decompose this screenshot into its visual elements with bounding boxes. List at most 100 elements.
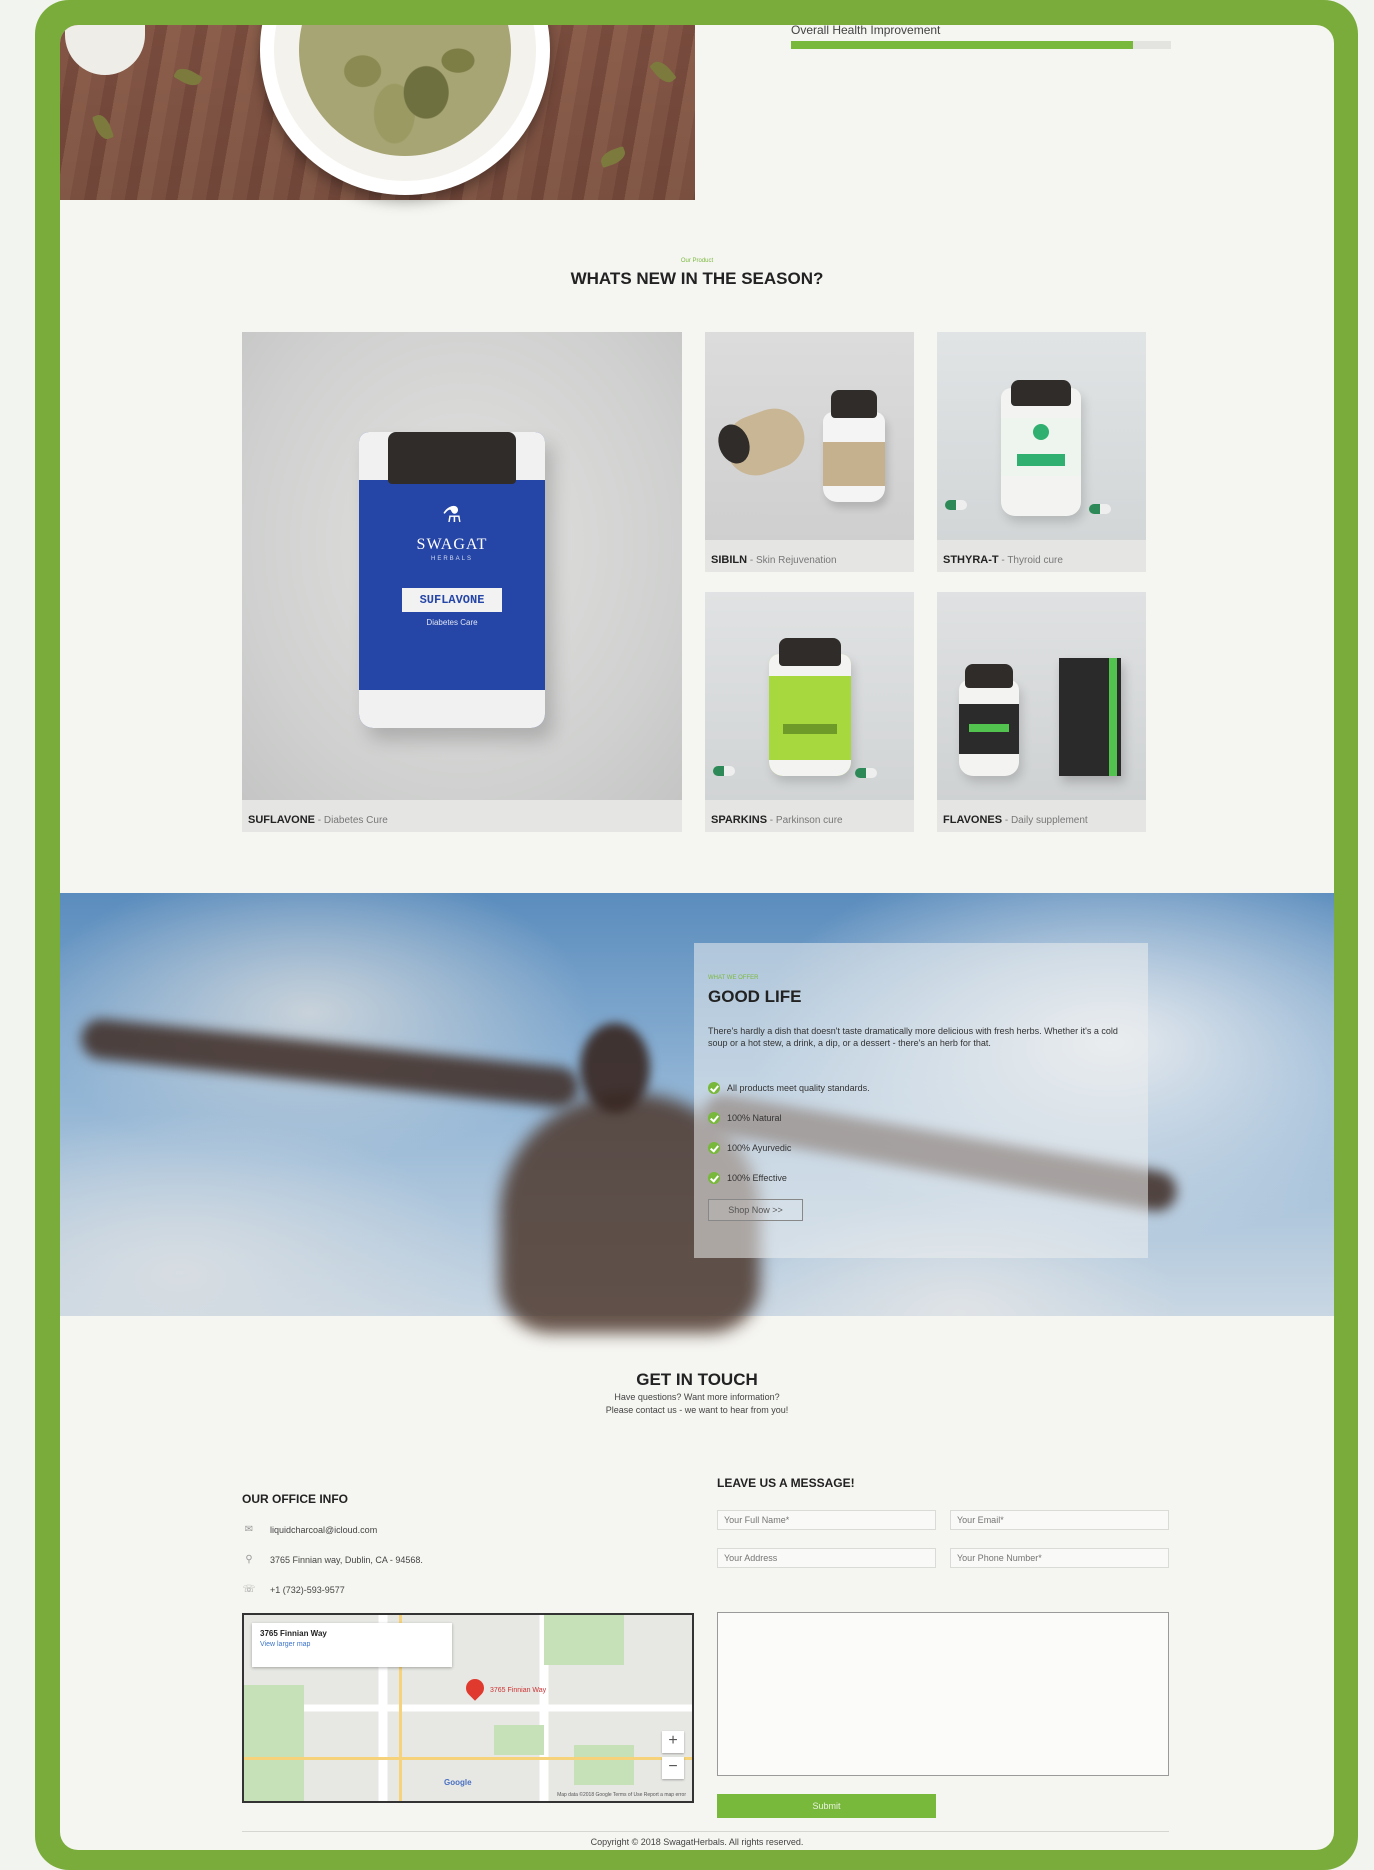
bottle-cap [831,390,877,418]
brand-name: SWAGAT [416,536,488,553]
leaf-graphic [91,112,115,142]
feature-item: 100% Ayurvedic [708,1142,791,1154]
product-name: FLAVONES [943,814,1003,826]
feature-item: 100% Effective [708,1172,787,1184]
google-logo: Google [444,1778,472,1787]
office-email[interactable]: ✉ liquidcharcoal@icloud.com [242,1524,377,1535]
address-text: 3765 Finnian way, Dublin, CA - 94568. [270,1554,423,1565]
health-progress-bar [791,41,1171,49]
phone-field[interactable] [950,1548,1169,1568]
product-desc: - Thyroid cure [998,555,1063,566]
person-head-graphic [580,1023,650,1113]
zoom-out-button[interactable]: − [662,1757,684,1779]
map-park [544,1615,624,1665]
bottle-cap [965,664,1013,688]
feature-label: All products meet quality standards. [727,1083,870,1093]
bottle-cap [1011,380,1071,406]
pill-graphic [945,500,967,510]
leaf-graphic [598,145,628,169]
product-desc: - Parkinson cure [767,815,843,826]
shop-now-button[interactable]: Shop Now >> [708,1199,803,1221]
product-name: STHYRA-T [943,554,999,566]
mail-icon: ✉ [244,1524,254,1535]
footer-divider [242,1831,1169,1832]
product-card-flavones[interactable]: FLAVONES - Daily supplement [937,592,1146,832]
product-name: SUFLAVONE [248,814,316,826]
bottle-graphic [823,412,885,502]
email-field[interactable] [950,1510,1169,1530]
bottle-graphic [769,654,851,776]
product-card-suflavone[interactable]: ⚗ SWAGAT HERBALS SUFLAVONE Diabetes Care… [242,332,682,832]
product-image [937,332,1146,540]
product-caption: STHYRA-T - Thyroid cure [943,554,1063,566]
map-road [244,1757,692,1760]
pill-graphic [1089,504,1111,514]
address-field[interactable] [717,1548,936,1568]
leaf-graphic [173,64,203,90]
product-box-graphic [1059,658,1121,776]
product-caption: SPARKINS - Parkinson cure [711,814,843,826]
office-info-title: OUR OFFICE INFO [242,1492,348,1506]
check-icon [708,1082,720,1094]
product-caption: SUFLAVONE - Diabetes Cure [248,814,388,826]
map-park [494,1725,544,1755]
feature-item: 100% Natural [708,1112,782,1124]
good-life-text: There's hardly a dish that doesn't taste… [708,1026,1118,1048]
product-label-sub: Diabetes Care [426,618,478,627]
submit-button[interactable]: Submit [717,1794,936,1818]
map-park [574,1745,634,1785]
bottle-cap [779,638,841,666]
product-name: SPARKINS [711,814,768,826]
pill-graphic [713,766,735,776]
view-larger-map-link[interactable]: View larger map [260,1641,444,1648]
zoom-in-button[interactable]: + [662,1731,684,1753]
map-terms[interactable]: Map data ©2018 Google Terms of Use Repor… [557,1792,686,1798]
page: Overall Health Improvement Our Product W… [60,25,1334,1850]
feature-label: 100% Ayurvedic [727,1143,792,1153]
brand-sub: HERBALS [430,556,473,562]
office-phone[interactable]: ☏ +1 (732)-593-9577 [242,1584,345,1595]
feature-item: All products meet quality standards. [708,1082,870,1094]
good-life-kicker: WHAT WE OFFER [708,975,759,981]
pill-graphic [855,768,877,778]
good-life-section: WHAT WE OFFER GOOD LIFE There's hardly a… [60,893,1334,1333]
location-map[interactable]: 3765 Finnian Way View larger map 3765 Fi… [242,1613,694,1803]
product-caption: SIBILN - Skin Rejuvenation [711,554,837,566]
product-name: SIBILN [711,554,748,566]
map-park [244,1685,304,1801]
cup-graphic [65,25,145,75]
phone-icon: ☏ [242,1584,256,1595]
check-icon [708,1142,720,1154]
email-text: liquidcharcoal@icloud.com [270,1524,378,1535]
product-image [937,592,1146,800]
progress-label: Overall Health Improvement [791,25,941,37]
map-pin-icon[interactable] [462,1675,488,1701]
products-title: WHATS NEW IN THE SEASON? [570,269,824,288]
phone-text: +1 (732)-593-9577 [270,1584,345,1595]
office-address: ⚲ 3765 Finnian way, Dublin, CA - 94568. [242,1554,423,1565]
product-card-sthyra-t[interactable]: STHYRA-T - Thyroid cure [937,332,1146,572]
product-image: ⚗ SWAGAT HERBALS SUFLAVONE Diabetes Care [242,332,682,800]
product-desc: - Daily supplement [1002,815,1088,826]
full-name-field[interactable] [717,1510,936,1530]
message-textarea[interactable] [717,1612,1169,1776]
person-arm-graphic [79,1016,581,1110]
feature-label: 100% Effective [727,1173,787,1183]
map-pin-icon: ⚲ [245,1554,253,1565]
product-card-sibiln[interactable]: SIBILN - Skin Rejuvenation [705,332,914,572]
map-place-card: 3765 Finnian Way View larger map [252,1623,452,1667]
product-desc: - Skin Rejuvenation [747,555,837,566]
check-icon [708,1112,720,1124]
leaf-graphic [649,57,677,87]
good-life-title: GOOD LIFE [708,987,802,1006]
check-icon [708,1172,720,1184]
map-pin-label: 3765 Finnian Way [490,1687,547,1694]
bottle-graphic [1001,388,1081,516]
product-card-sparkins[interactable]: SPARKINS - Parkinson cure [705,592,914,832]
contact-subtitle-2: Please contact us - we want to hear from… [605,1405,789,1415]
bottle-graphic [959,680,1019,776]
feature-label: 100% Natural [727,1113,782,1123]
good-life-panel: WHAT WE OFFER GOOD LIFE There's hardly a… [694,943,1148,1258]
contact-subtitle-1: Have questions? Want more information? [614,1392,780,1402]
map-place-name: 3765 Finnian Way [260,1629,327,1638]
